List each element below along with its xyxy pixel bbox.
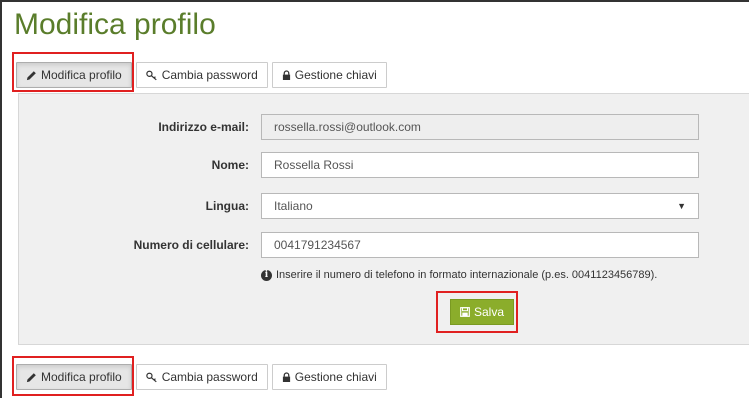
tab-label: Gestione chiavi (294, 370, 377, 384)
language-select[interactable]: Italiano ▼ (261, 193, 699, 219)
language-label: Lingua: (205, 199, 249, 213)
phone-hint-text: Inserire il numero di telefono in format… (276, 269, 658, 281)
language-value: Italiano (274, 199, 313, 213)
tab-manage-keys[interactable]: Gestione chiavi (271, 364, 387, 390)
phone-label: Numero di cellulare: (133, 238, 249, 252)
key-icon (145, 70, 158, 81)
chevron-down-icon: ▼ (677, 201, 686, 211)
lock-icon (282, 371, 291, 383)
key-icon (145, 372, 158, 383)
name-label: Nome: (211, 158, 249, 172)
save-button[interactable]: Salva (450, 299, 514, 325)
tab-label: Modifica profilo (41, 370, 122, 384)
lock-icon (282, 69, 291, 81)
floppy-disk-icon (460, 307, 470, 317)
tab-label: Gestione chiavi (294, 68, 377, 82)
page-title: Modifica profilo (14, 8, 216, 41)
profile-tabs-bottom: Modifica profilo Cambia password Gestion… (16, 364, 391, 390)
tab-label: Cambia password (161, 370, 258, 384)
phone-field[interactable]: 0041791234567 (261, 232, 699, 258)
tab-edit-profile[interactable]: Modifica profilo (16, 364, 132, 390)
language-row: Lingua: Italiano ▼ (19, 193, 749, 219)
email-field[interactable]: rossella.rossi@outlook.com (261, 114, 699, 140)
email-value: rossella.rossi@outlook.com (274, 120, 421, 134)
profile-form-panel: Indirizzo e-mail: rossella.rossi@outlook… (18, 93, 749, 345)
save-button-label: Salva (473, 305, 505, 319)
name-row: Nome: Rossella Rossi (19, 152, 749, 178)
tab-change-password[interactable]: Cambia password (135, 364, 268, 390)
tab-change-password[interactable]: Cambia password (135, 62, 268, 88)
phone-value: 0041791234567 (274, 238, 361, 252)
phone-hint: i Inserire il numero di telefono in form… (261, 269, 657, 281)
name-value: Rossella Rossi (274, 158, 354, 172)
phone-row: Numero di cellulare: 0041791234567 (19, 232, 749, 258)
info-icon: i (261, 269, 272, 281)
name-field[interactable]: Rossella Rossi (261, 152, 699, 178)
profile-tabs-top: Modifica profilo Cambia password Gestion… (16, 62, 391, 88)
tab-label: Modifica profilo (41, 68, 122, 82)
email-row: Indirizzo e-mail: rossella.rossi@outlook… (19, 114, 749, 140)
email-label: Indirizzo e-mail: (158, 120, 249, 134)
pencil-icon (26, 372, 37, 383)
tab-manage-keys[interactable]: Gestione chiavi (271, 62, 387, 88)
tab-edit-profile[interactable]: Modifica profilo (16, 62, 132, 88)
pencil-icon (26, 70, 37, 81)
tab-label: Cambia password (161, 68, 258, 82)
